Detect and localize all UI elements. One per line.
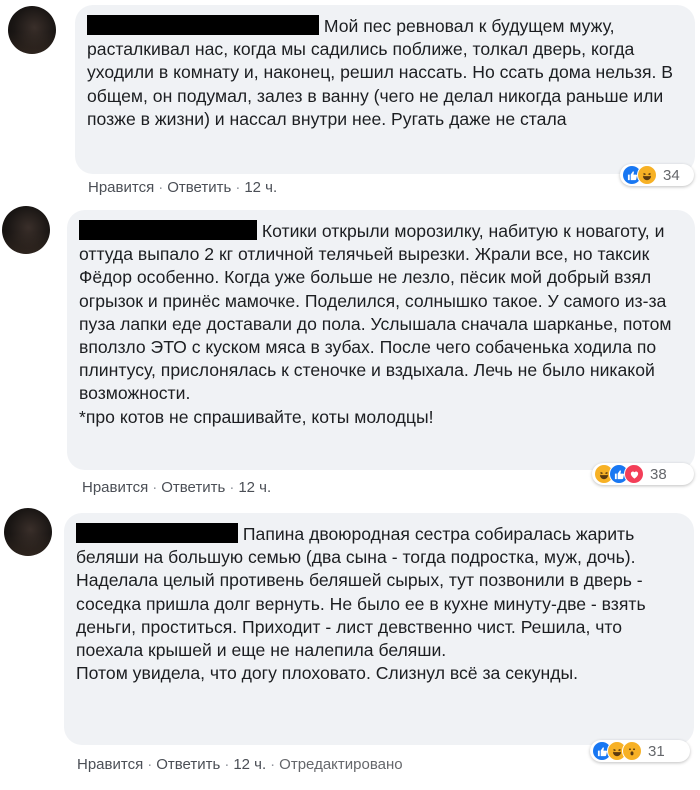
like-link[interactable]: Нравится: [88, 179, 154, 196]
like-link[interactable]: Нравится: [77, 756, 143, 773]
redacted-author-name: [79, 220, 257, 240]
reactions-summary[interactable]: 38: [592, 463, 694, 485]
reply-link[interactable]: Ответить: [167, 179, 231, 196]
reactions-summary[interactable]: 34: [620, 164, 694, 186]
reactions-summary[interactable]: 31: [590, 740, 690, 762]
love-reaction-icon: [624, 464, 644, 484]
reaction-count: 38: [650, 465, 667, 483]
separator-dot: ·: [235, 179, 241, 196]
timestamp-link[interactable]: 12 ч.: [238, 479, 271, 496]
wow-reaction-icon: [622, 741, 642, 761]
comment-actions: Нравится · Ответить · 12 ч. · Отредактировано: [77, 756, 403, 773]
avatar[interactable]: [4, 508, 52, 556]
comment-bubble: Мой пес ревновал к будущем мужу, расталк…: [75, 5, 695, 174]
timestamp-link[interactable]: 12 ч.: [244, 179, 277, 196]
comment-text: Котики открыли морозилку, набитую к нова…: [79, 221, 672, 427]
separator-dot: ·: [224, 756, 230, 773]
reaction-count: 31: [648, 742, 665, 760]
reaction-count: 34: [663, 166, 680, 184]
comment-bubble: Котики открыли морозилку, набитую к нова…: [67, 210, 695, 470]
edited-label: Отредактировано: [279, 756, 403, 773]
avatar[interactable]: [8, 6, 56, 54]
separator-dot: ·: [147, 756, 153, 773]
separator-dot: ·: [158, 179, 164, 196]
timestamp-link[interactable]: 12 ч.: [233, 756, 266, 773]
reply-link[interactable]: Ответить: [161, 479, 225, 496]
separator-dot: ·: [229, 479, 235, 496]
redacted-author-name: [87, 15, 319, 35]
like-link[interactable]: Нравится: [82, 479, 148, 496]
reply-link[interactable]: Ответить: [156, 756, 220, 773]
comment-text: Папина двоюродная сестра собиралась жари…: [76, 524, 646, 684]
redacted-author-name: [76, 523, 238, 543]
separator-dot: ·: [270, 756, 276, 773]
separator-dot: ·: [152, 479, 158, 496]
comment-bubble: Папина двоюродная сестра собиралась жари…: [64, 513, 694, 745]
haha-reaction-icon: [637, 165, 657, 185]
avatar[interactable]: [2, 206, 50, 254]
comment-actions: Нравится · Ответить · 12 ч.: [82, 479, 271, 496]
comment-actions: Нравится · Ответить · 12 ч.: [88, 179, 277, 196]
